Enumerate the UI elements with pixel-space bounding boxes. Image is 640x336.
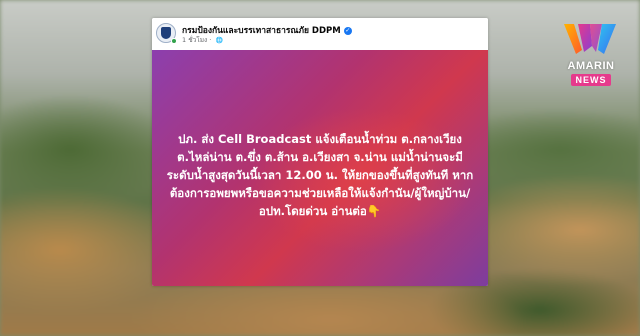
globe-icon: 🌐 <box>215 37 223 44</box>
post-meta: 1 ชั่วโมง · 🌐 <box>182 35 223 45</box>
logo-news-badge: NEWS <box>571 74 611 86</box>
verified-badge-icon: ✓ <box>343 27 352 35</box>
post-header: กรมป้องกันและบรรเทาสาธารณภัย DDPM ✓ 1 ชั่… <box>152 18 488 50</box>
amarin-w-logo-icon <box>564 24 616 54</box>
online-status-dot <box>171 38 177 44</box>
ddpm-emblem-icon <box>161 27 171 39</box>
meta-separator: · <box>209 36 214 44</box>
post-background: ปภ. ส่ง Cell Broadcast แจ้งเตือนน้ำท่วม … <box>152 50 488 286</box>
logo-brand-text: AMARIN <box>567 60 615 72</box>
facebook-post-card: กรมป้องกันและบรรเทาสาธารณภัย DDPM ✓ 1 ชั่… <box>152 18 488 286</box>
post-timestamp[interactable]: 1 ชั่วโมง <box>182 36 207 44</box>
amarin-news-logo: AMARIN NEWS <box>562 20 618 86</box>
post-body-text: ปภ. ส่ง Cell Broadcast แจ้งเตือนน้ำท่วม … <box>166 132 474 218</box>
